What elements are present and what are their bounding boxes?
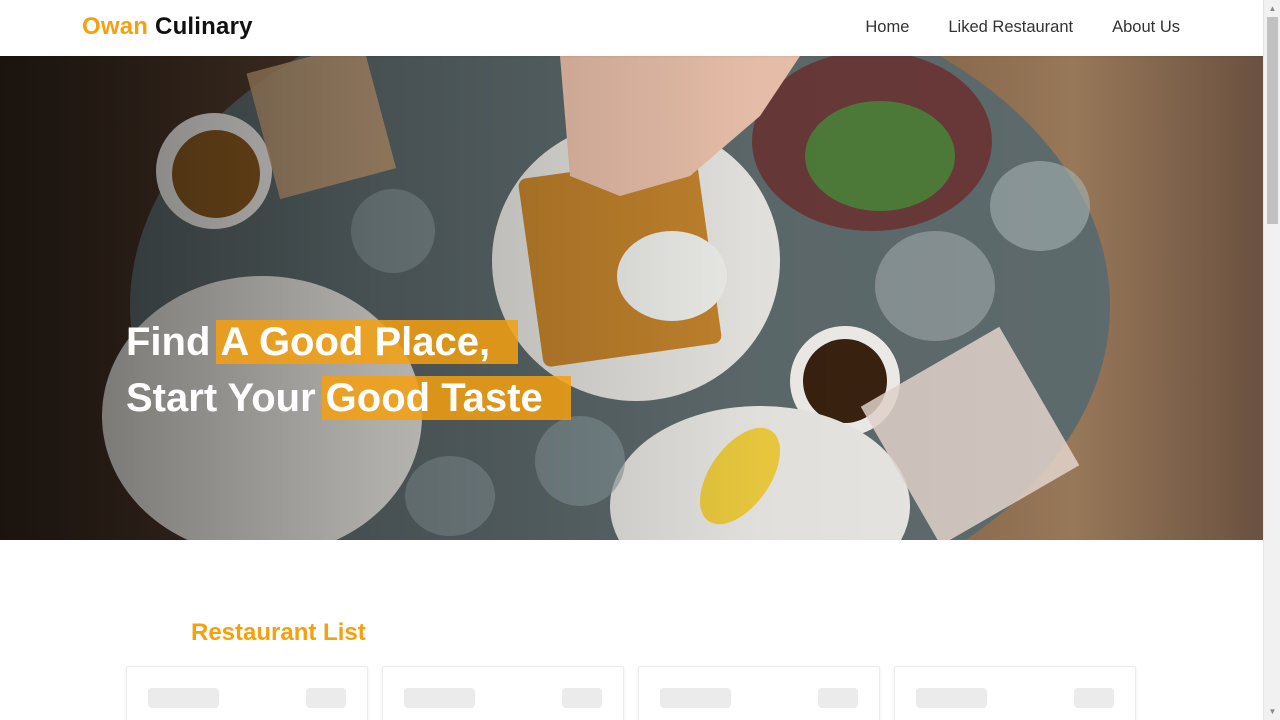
scroll-up-arrow-icon[interactable]: ▲ [1264,0,1280,17]
restaurant-list [126,666,1136,720]
brand-first: Owan [82,13,149,40]
main-nav: Home Liked Restaurant About Us [865,18,1180,37]
restaurant-list-title: Restaurant List [191,619,366,646]
page-scrollbar[interactable]: ▲ ▼ [1263,0,1280,720]
skeleton-title [916,688,987,708]
brand-second: Culinary [155,13,253,40]
hero-overlay [0,56,1263,540]
hero-banner: Find A Good Place, Start Your Good Taste [0,56,1263,540]
restaurant-card-skeleton[interactable] [638,666,880,720]
skeleton-rating [306,688,346,708]
hero-line-2-highlight: Good Taste [321,376,571,420]
hero-line-1: Find A Good Place, [126,314,571,370]
hero-headline: Find A Good Place, Start Your Good Taste [126,314,571,426]
hero-line-1-plain: Find [126,320,211,364]
site-header: Owan Culinary Home Liked Restaurant Abou… [0,0,1263,56]
hero-line-1-highlight: A Good Place, [216,320,519,364]
hero-line-2: Start Your Good Taste [126,370,571,426]
skeleton-title [660,688,731,708]
restaurant-card-skeleton[interactable] [894,666,1136,720]
skeleton-rating [1074,688,1114,708]
skeleton-title [148,688,219,708]
restaurant-card-skeleton[interactable] [126,666,368,720]
skeleton-rating [818,688,858,708]
nav-home[interactable]: Home [865,18,909,37]
nav-about-us[interactable]: About Us [1112,18,1180,37]
restaurant-card-skeleton[interactable] [382,666,624,720]
scrollbar-thumb[interactable] [1267,17,1278,224]
hero-line-2-plain: Start Your [126,376,316,420]
skeleton-rating [562,688,602,708]
skeleton-title [404,688,475,708]
nav-liked-restaurant[interactable]: Liked Restaurant [948,18,1073,37]
scroll-down-arrow-icon[interactable]: ▼ [1264,703,1280,720]
brand-logo[interactable]: Owan Culinary [82,13,253,41]
